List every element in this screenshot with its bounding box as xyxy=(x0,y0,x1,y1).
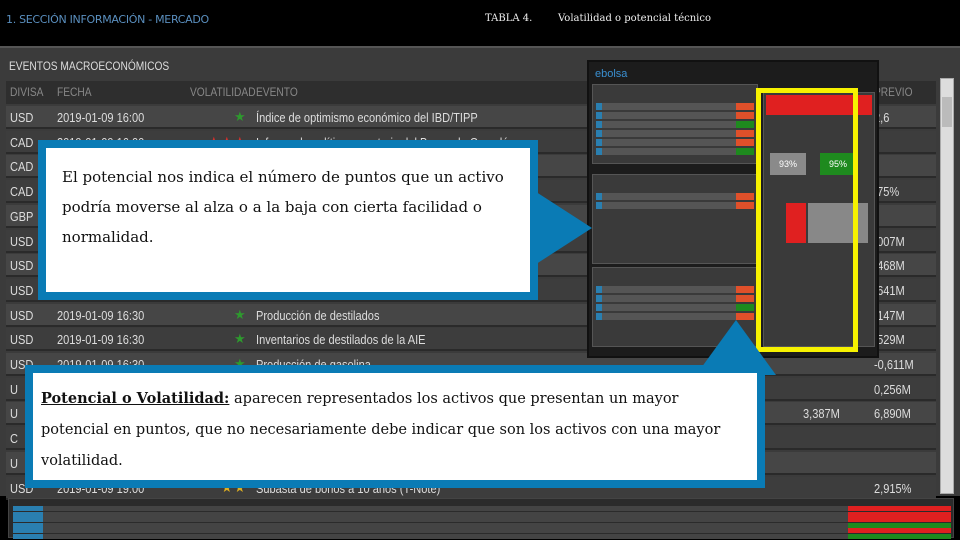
callout1-arrow xyxy=(530,188,592,268)
panel-title: EVENTOS MACROECONÓMICOS xyxy=(9,59,170,73)
cell-divisa: USD xyxy=(10,332,34,348)
col-fecha[interactable]: FECHA xyxy=(57,85,92,99)
embedded-row xyxy=(596,193,754,200)
cell-divisa: GBP xyxy=(10,208,34,224)
embedded-row xyxy=(596,286,754,293)
cell-evento: Índice de optimismo económico del IBD/TI… xyxy=(256,110,478,125)
cell-divisa: CAD xyxy=(10,159,34,175)
volatility-star-icon: ★ xyxy=(234,331,246,347)
embedded-row xyxy=(596,121,754,128)
bottom-row xyxy=(13,511,951,517)
callout2-bold: Potencial o Volatilidad: xyxy=(41,390,230,407)
cell-divisa: U xyxy=(10,381,18,397)
bottom-row xyxy=(13,506,951,511)
section-title: 1. SECCIÓN INFORMACIÓN - MERCADO xyxy=(6,13,209,26)
embedded-row xyxy=(596,112,754,119)
brand-logo: ebolsa xyxy=(595,68,628,80)
bottom-row xyxy=(13,528,951,533)
col-volatilidad[interactable]: VOLATILIDAD xyxy=(190,85,256,99)
embedded-row xyxy=(596,148,754,155)
embedded-row xyxy=(596,202,754,209)
cell-previo: 6,890M xyxy=(874,406,911,422)
embedded-row xyxy=(596,313,754,320)
col-previo[interactable]: PREVIO xyxy=(874,85,913,99)
cell-fecha: 2019-01-09 16:30 xyxy=(57,332,145,348)
table-label: TABLA 4. xyxy=(485,13,533,24)
cell-divisa: U xyxy=(10,406,18,422)
cell-previo: -0,611M xyxy=(874,357,914,372)
cell-divisa: CAD xyxy=(10,134,34,150)
callout-potencial: El potencial nos indica el número de pun… xyxy=(38,140,538,300)
embedded-row xyxy=(596,103,754,110)
table-title: Volatilidad o potencial técnico xyxy=(558,13,711,24)
embedded-row xyxy=(596,295,754,302)
callout1-text: El potencial nos indica el número de pun… xyxy=(62,168,504,246)
col-divisa[interactable]: DIVISA xyxy=(10,85,43,99)
embedded-panel-middle xyxy=(592,174,758,264)
cell-previo: 2,915% xyxy=(874,480,912,496)
cell-actual: 3,387M xyxy=(803,406,840,422)
bottom-row xyxy=(13,522,951,528)
cell-fecha: 2019-01-09 16:00 xyxy=(57,110,145,125)
bottom-row xyxy=(13,533,951,539)
cell-divisa: USD xyxy=(10,233,34,249)
cell-divisa: USD xyxy=(10,282,34,298)
embedded-row xyxy=(596,130,754,137)
bottom-row xyxy=(13,517,951,522)
embedded-row xyxy=(596,304,754,311)
cell-divisa: U xyxy=(10,455,18,471)
volatility-star-icon: ★ xyxy=(234,306,246,322)
volatility-star-icon: ★ xyxy=(234,109,246,124)
col-evento[interactable]: EVENTO xyxy=(256,85,298,99)
scrollbar-thumb[interactable] xyxy=(942,97,952,127)
bottom-strategies-table xyxy=(8,498,954,539)
cell-divisa: USD xyxy=(10,110,34,125)
cell-divisa: C xyxy=(10,431,18,447)
embedded-row xyxy=(596,139,754,146)
slide-header: 1. SECCIÓN INFORMACIÓN - MERCADO TABLA 4… xyxy=(0,0,960,45)
callout-volatilidad: Potencial o Volatilidad: aparecen repres… xyxy=(25,365,765,488)
cell-fecha: 2019-01-09 16:30 xyxy=(57,307,145,323)
cell-evento: Inventarios de destilados de la AIE xyxy=(256,332,426,348)
highlight-box xyxy=(756,88,858,352)
cell-divisa: USD xyxy=(10,307,34,323)
cell-divisa: CAD xyxy=(10,184,34,200)
cell-previo: 0,256M xyxy=(874,381,911,397)
cell-evento: Producción de destilados xyxy=(256,307,380,323)
cell-divisa: USD xyxy=(10,258,34,274)
embedded-panel-top xyxy=(592,84,758,164)
scrollbar[interactable] xyxy=(940,78,954,494)
